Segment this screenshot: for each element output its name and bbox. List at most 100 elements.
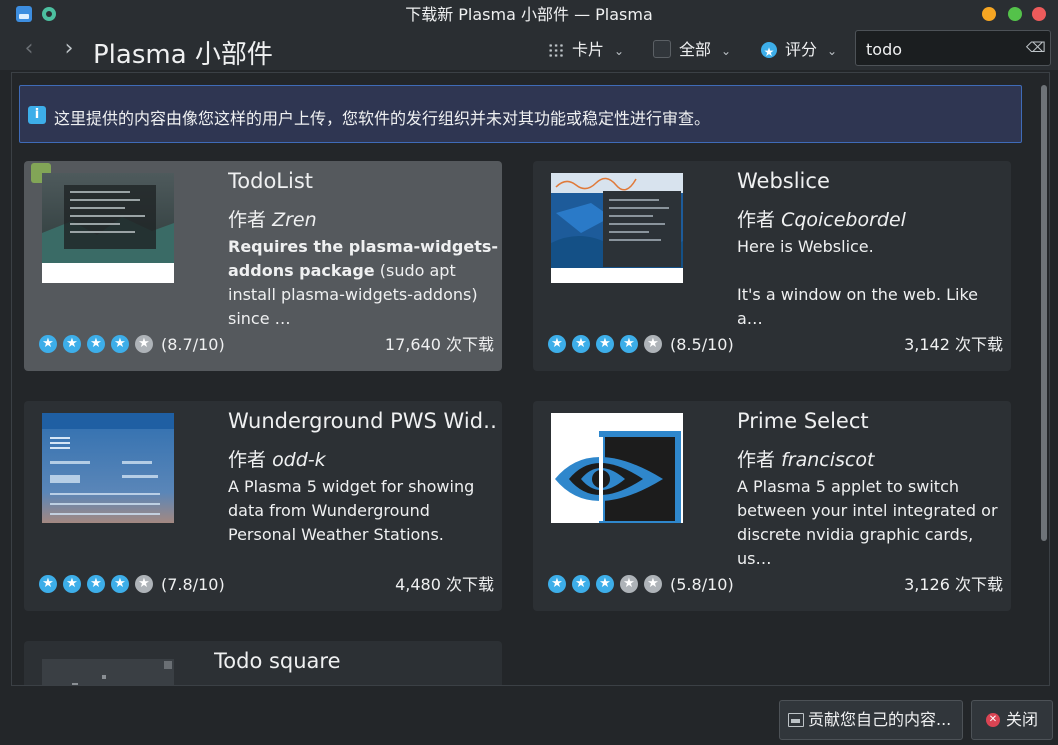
item-description: A Plasma 5 applet to switch between your…: [737, 477, 998, 568]
clear-icon[interactable]: ⌫: [1026, 40, 1046, 56]
item-description: Here is Webslice. It's a window on the w…: [737, 235, 1007, 331]
close-icon: ✕: [986, 713, 1000, 727]
item-name[interactable]: Webslice: [737, 169, 1005, 193]
star-empty-icon: [135, 334, 153, 354]
star-icon: [548, 574, 566, 594]
preview-image[interactable]: [551, 173, 683, 283]
rating-value: (8.5/10): [670, 335, 734, 354]
item-card-wunderground[interactable]: Wunderground PWS Wid… 作者 odd-k A Plasma …: [24, 401, 502, 611]
star-icon: [87, 574, 105, 594]
view-mode-label: 卡片: [572, 40, 605, 59]
download-count: 17,640 次下载: [384, 335, 494, 354]
item-card-todolist[interactable]: TodoList 作者 Zren Requires the plasma-wid…: [24, 161, 502, 371]
author-name: odd-k: [272, 449, 326, 471]
rating: (5.8/10): [548, 574, 734, 595]
search-input[interactable]: [864, 35, 1018, 63]
info-banner-text: 这里提供的内容由像您这样的用户上传，您软件的发行组织并未对其功能或稳定性进行审查…: [54, 109, 711, 128]
star-icon: [39, 574, 57, 594]
download-count: 4,480 次下载: [395, 575, 494, 594]
star-icon: [111, 574, 129, 594]
star-empty-icon: [644, 574, 662, 594]
star-empty-icon: [644, 334, 662, 354]
info-icon: i: [28, 106, 46, 124]
info-banner: i 这里提供的内容由像您这样的用户上传，您软件的发行组织并未对其功能或稳定性进行…: [19, 85, 1022, 143]
star-icon: [87, 334, 105, 354]
rating: (7.8/10): [39, 574, 225, 595]
item-name[interactable]: Wunderground PWS Wid…: [228, 409, 496, 433]
star-icon: [620, 334, 638, 354]
item-card-todo-square[interactable]: Todo square: [24, 641, 502, 685]
star-icon: [63, 334, 81, 354]
star-icon: [761, 41, 777, 63]
filter-label: 全部: [679, 40, 712, 59]
star-icon: [596, 334, 614, 354]
author-name: Cqoicebordel: [781, 209, 906, 231]
item-author: 作者 franciscot: [737, 445, 874, 472]
star-icon: [111, 334, 129, 354]
preview-image[interactable]: [42, 173, 174, 283]
close-window-button[interactable]: [1032, 7, 1046, 21]
item-author: 作者 Zren: [228, 205, 317, 232]
item-name[interactable]: Todo square: [214, 649, 482, 673]
star-empty-icon: [135, 574, 153, 594]
star-icon: [548, 334, 566, 354]
scrollbar[interactable]: [1041, 85, 1047, 541]
close-button[interactable]: ✕ 关闭: [971, 700, 1053, 740]
minimize-button[interactable]: [982, 7, 996, 21]
chevron-down-icon: ⌄: [827, 44, 838, 58]
sort-dropdown[interactable]: 评分 ⌄: [761, 39, 838, 63]
item-card-prime-select[interactable]: Prime Select 作者 franciscot A Plasma 5 ap…: [533, 401, 1011, 611]
title-bar: 下载新 Plasma 小部件 — Plasma: [0, 0, 1058, 30]
forward-button[interactable]: ›: [56, 36, 82, 62]
description-line: It's a window on the web. Like a…: [737, 285, 979, 328]
description-bold: Requires the plasma-widgets-addons packa…: [228, 237, 498, 280]
sort-label: 评分: [785, 40, 818, 59]
item-author: 作者 Cqoicebordel: [737, 205, 906, 232]
star-icon: [572, 574, 590, 594]
author-prefix: 作者: [737, 209, 776, 231]
content-area: i 这里提供的内容由像您这样的用户上传，您软件的发行组织并未对其功能或稳定性进行…: [11, 72, 1050, 686]
grid-icon: [548, 43, 564, 57]
rating-value: (5.8/10): [670, 575, 734, 594]
star-icon: [39, 334, 57, 354]
close-label: 关闭: [1006, 710, 1039, 729]
contribute-label: 贡献您自己的内容...: [808, 710, 952, 729]
chevron-down-icon: ⌄: [721, 44, 732, 58]
checkbox-icon: [653, 40, 671, 58]
star-empty-icon: [620, 574, 638, 594]
author-name: Zren: [272, 209, 317, 231]
preview-image[interactable]: [551, 413, 683, 523]
item-name[interactable]: TodoList: [228, 169, 496, 193]
chevron-down-icon: ⌄: [614, 44, 625, 58]
author-prefix: 作者: [228, 209, 267, 231]
item-description: Requires the plasma-widgets-addons packa…: [228, 235, 498, 331]
view-mode-dropdown[interactable]: 卡片 ⌄: [548, 39, 624, 61]
back-button[interactable]: ‹: [16, 36, 42, 62]
star-icon: [63, 574, 81, 594]
preview-image[interactable]: [42, 413, 174, 523]
window-title: 下载新 Plasma 小部件 — Plasma: [405, 5, 653, 24]
author-prefix: 作者: [228, 449, 267, 471]
item-name[interactable]: Prime Select: [737, 409, 1005, 433]
contribute-button[interactable]: 贡献您自己的内容...: [779, 700, 963, 740]
download-count: 3,142 次下载: [904, 335, 1003, 354]
search-field[interactable]: ⌫: [855, 30, 1051, 66]
item-author: 作者 odd-k: [228, 445, 326, 472]
star-icon: [572, 334, 590, 354]
item-description: A Plasma 5 widget for showing data from …: [228, 477, 475, 544]
filter-dropdown[interactable]: 全部 ⌄: [653, 39, 731, 61]
author-prefix: 作者: [737, 449, 776, 471]
star-icon: [596, 574, 614, 594]
description-line: Here is Webslice.: [737, 237, 874, 256]
rating: (8.5/10): [548, 334, 734, 355]
author-name: franciscot: [781, 449, 875, 471]
maximize-button[interactable]: [1008, 7, 1022, 21]
toolbar: ‹ › Plasma 小部件 卡片 ⌄ 全部 ⌄ 评分 ⌄ ⌫: [0, 30, 1058, 70]
preview-image[interactable]: [42, 659, 174, 685]
rating-value: (8.7/10): [161, 335, 225, 354]
rating-value: (7.8/10): [161, 575, 225, 594]
page-title: Plasma 小部件: [93, 40, 273, 70]
item-card-webslice[interactable]: Webslice 作者 Cqoicebordel Here is Webslic…: [533, 161, 1011, 371]
download-count: 3,126 次下载: [904, 575, 1003, 594]
image-icon: [788, 713, 804, 727]
